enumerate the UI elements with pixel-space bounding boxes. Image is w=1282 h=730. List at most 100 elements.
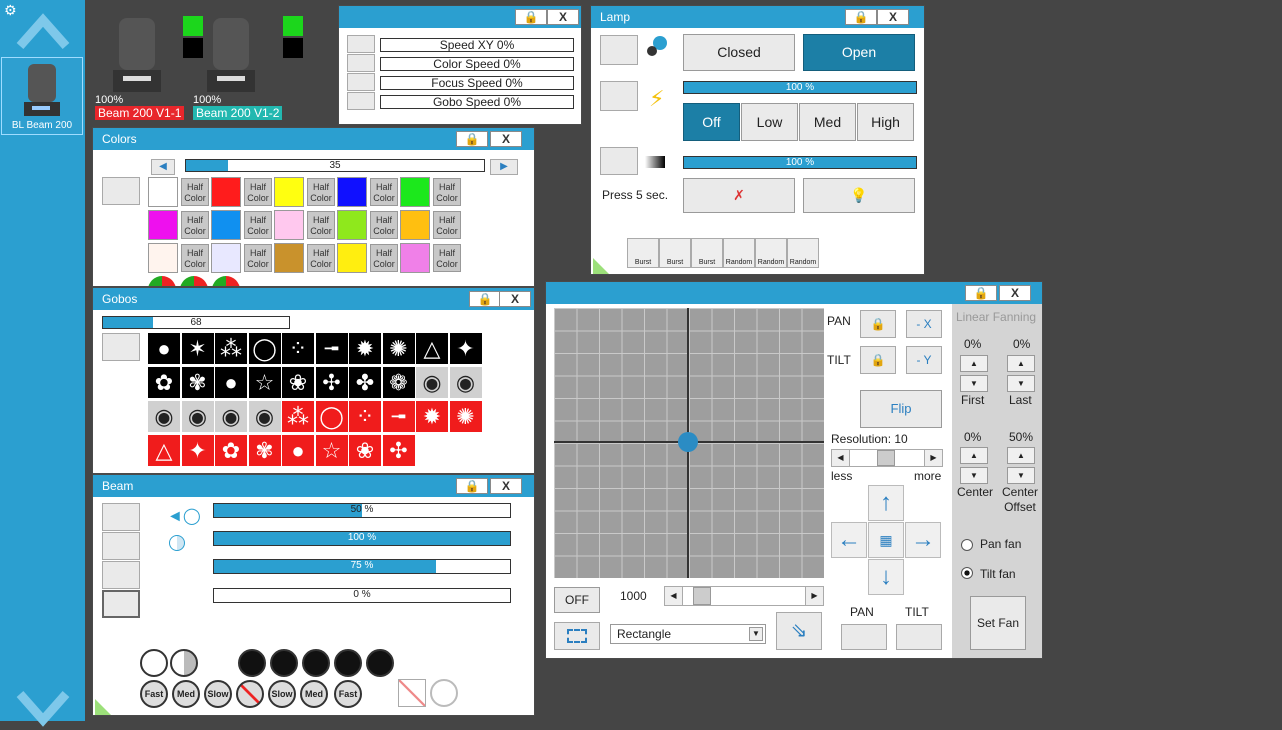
color-speed-button[interactable] xyxy=(347,54,375,72)
beam-mode-button[interactable] xyxy=(140,649,168,677)
gobo-tile[interactable]: ● xyxy=(148,333,180,364)
gobo-tile[interactable]: ❁ xyxy=(382,367,415,398)
gobo-tile[interactable]: ⁂ xyxy=(215,333,247,364)
resolution-slider[interactable]: ◀ ▶ xyxy=(831,449,943,467)
effect-button-4[interactable]: Random xyxy=(723,238,755,268)
lock-icon[interactable]: 🔒 xyxy=(456,131,488,147)
gobo-tile[interactable]: ✹ xyxy=(349,333,381,364)
gobo-tile[interactable]: ⁂ xyxy=(282,401,314,432)
resolution-thumb[interactable] xyxy=(877,450,895,466)
gobo-tile[interactable]: ✣ xyxy=(382,435,415,466)
invert-y-button[interactable]: - Y xyxy=(906,346,942,374)
gobo-tile[interactable]: ❀ xyxy=(282,367,314,398)
color-swatch[interactable] xyxy=(148,243,178,273)
gobo-tile[interactable]: ✦ xyxy=(449,333,482,364)
color-swatch[interactable] xyxy=(337,210,367,240)
half-color-button[interactable]: Half Color xyxy=(433,244,461,272)
gobo-tile[interactable]: ✤ xyxy=(349,367,381,398)
pan-tilt-grid[interactable] xyxy=(554,308,824,578)
gobo-tile[interactable]: ✿ xyxy=(148,367,180,398)
beam-reset-icon[interactable] xyxy=(398,679,426,707)
gobo-tile[interactable]: ☆ xyxy=(315,435,348,466)
center-up-icon[interactable]: ▲ xyxy=(960,447,988,464)
resize-handle-icon[interactable] xyxy=(593,258,609,274)
half-color-button[interactable]: Half Color xyxy=(181,211,209,239)
gobo-tile[interactable]: ◉ xyxy=(449,367,482,398)
beam-button-4[interactable] xyxy=(102,590,140,618)
intensity-bar[interactable]: 100 % xyxy=(683,81,917,94)
position-handle[interactable] xyxy=(678,432,698,452)
gobo-tile[interactable]: ⁘ xyxy=(282,333,314,364)
gobo-tile[interactable]: ✾ xyxy=(248,435,281,466)
color-swatch[interactable] xyxy=(211,210,241,240)
resolution-right-arrow[interactable]: ▶ xyxy=(924,450,942,466)
color-wheel-icon[interactable] xyxy=(212,276,240,286)
scroll-up-icon[interactable] xyxy=(16,10,70,50)
beam-bar-4[interactable]: 0 % xyxy=(213,588,511,603)
lock-icon[interactable]: 🔒 xyxy=(469,291,501,307)
beam-speed-button[interactable] xyxy=(236,680,264,708)
arrow-left-icon[interactable]: ← xyxy=(831,522,867,558)
speed-slider[interactable]: ◀ ▶ xyxy=(664,586,824,606)
half-color-button[interactable]: Half Color xyxy=(370,211,398,239)
pan-input[interactable] xyxy=(841,624,887,650)
tilt-fan-radio[interactable] xyxy=(961,567,973,579)
color-mode-button[interactable] xyxy=(102,177,140,205)
beam-speed-button[interactable]: Fast xyxy=(334,680,362,708)
color-swatch[interactable] xyxy=(400,177,430,207)
beam-speed-button[interactable]: Med xyxy=(300,680,328,708)
half-color-button[interactable]: Half Color xyxy=(370,244,398,272)
gobo-tile[interactable]: ⁘ xyxy=(349,401,381,432)
pan-lock-icon[interactable]: 🔒 xyxy=(860,310,896,338)
dimmer-bar[interactable]: 100 % xyxy=(683,156,917,169)
gobo-tile[interactable]: ✺ xyxy=(382,333,415,364)
flip-button[interactable]: Flip xyxy=(860,390,942,428)
power-high-button[interactable]: High xyxy=(857,103,914,141)
lock-icon[interactable]: 🔒 xyxy=(845,9,877,25)
scroll-down-icon[interactable] xyxy=(16,690,70,730)
power-off-button[interactable]: Off xyxy=(683,103,740,141)
close-button[interactable]: X xyxy=(490,478,522,494)
color-swatch[interactable] xyxy=(274,243,304,273)
apply-shape-icon[interactable]: ⇘ xyxy=(776,612,822,650)
color-swatch[interactable] xyxy=(400,210,430,240)
arrow-up-icon[interactable]: ↑ xyxy=(868,485,904,521)
color-swatch[interactable] xyxy=(274,177,304,207)
color-swatch[interactable] xyxy=(148,210,178,240)
gobo-tile[interactable]: ◉ xyxy=(215,401,247,432)
gear-icon[interactable]: ⚙ xyxy=(4,2,17,19)
shutter-button[interactable] xyxy=(600,35,638,65)
beam-mode-button[interactable] xyxy=(238,649,266,677)
beam-mode-button[interactable] xyxy=(302,649,330,677)
color-scroll-bar[interactable]: 35 xyxy=(185,159,485,172)
half-color-button[interactable]: Half Color xyxy=(244,178,272,206)
color-swatch[interactable] xyxy=(400,243,430,273)
last-up-icon[interactable]: ▲ xyxy=(1007,355,1035,372)
off-button[interactable]: OFF xyxy=(554,587,600,613)
gobo-tile[interactable]: ◉ xyxy=(248,401,281,432)
beam-blank-button[interactable] xyxy=(430,679,458,707)
lamp-on-button[interactable]: 💡 xyxy=(803,178,915,213)
open-button[interactable]: Open xyxy=(803,34,915,71)
focus-speed-button[interactable] xyxy=(347,73,375,91)
lock-icon[interactable]: 🔒 xyxy=(456,478,488,494)
beam-mode-button[interactable] xyxy=(170,649,198,677)
half-color-button[interactable]: Half Color xyxy=(307,178,335,206)
lock-icon[interactable]: 🔒 xyxy=(515,9,547,25)
effect-button-6[interactable]: Random xyxy=(787,238,819,268)
gobo-tile[interactable]: △ xyxy=(148,435,180,466)
beam-button-1[interactable] xyxy=(102,503,140,531)
intensity-button[interactable] xyxy=(600,81,638,111)
half-color-button[interactable]: Half Color xyxy=(370,178,398,206)
color-swatch[interactable] xyxy=(274,210,304,240)
center-offset-up-icon[interactable]: ▲ xyxy=(1007,447,1035,464)
speed-right-arrow[interactable]: ▶ xyxy=(805,587,823,605)
gobo-tile[interactable]: ☆ xyxy=(248,367,281,398)
speed-left-arrow[interactable]: ◀ xyxy=(665,587,683,605)
close-button[interactable]: X xyxy=(999,285,1031,301)
fixture-thumbnail[interactable]: BL Beam 200 xyxy=(1,57,83,135)
beam-speed-button[interactable]: Med xyxy=(172,680,200,708)
resolution-left-arrow[interactable]: ◀ xyxy=(832,450,850,466)
color-swatch[interactable] xyxy=(337,177,367,207)
lock-icon[interactable]: 🔒 xyxy=(965,285,997,301)
